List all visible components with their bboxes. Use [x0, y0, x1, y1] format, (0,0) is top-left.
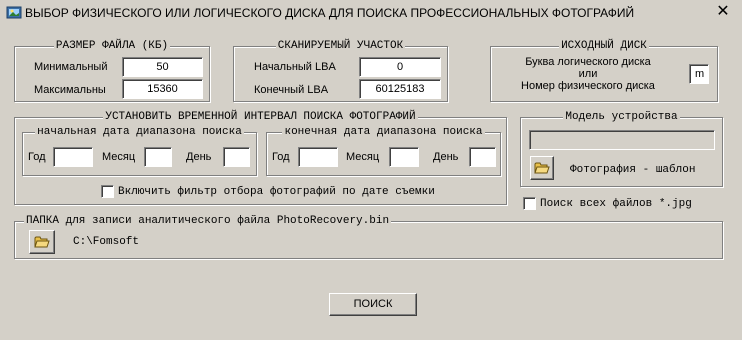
file-size-title: РАЗМЕР ФАЙЛА (КБ) [53, 40, 171, 52]
start-lba-field[interactable]: 0 [359, 57, 441, 77]
end-date-group: конечная дата диапазона поиска Год Месяц… [266, 126, 501, 176]
template-folder-button[interactable] [530, 156, 554, 180]
end-year-label: Год [272, 151, 290, 163]
source-disk-line-3: Номер физического диска [521, 80, 655, 92]
output-folder-button[interactable] [29, 230, 55, 254]
start-day-field[interactable] [223, 147, 250, 167]
output-folder-path: C:\Fomsoft [73, 236, 140, 248]
source-disk-group: ИСХОДНЫЙ ДИСК Буква логического диска ил… [490, 40, 718, 102]
end-month-label: Месяц [346, 151, 380, 163]
source-disk-title: ИСХОДНЫЙ ДИСК [559, 40, 649, 52]
device-model-group: Модель устройства Фотография - шаблон [520, 111, 723, 187]
window-title: ВЫБОР ФИЗИЧЕСКОГО ИЛИ ЛОГИЧЕСКОГО ДИСКА … [25, 6, 635, 20]
source-disk-line-1: Буква логического диска [525, 56, 651, 68]
end-day-field[interactable] [469, 147, 496, 167]
end-day-label: День [433, 151, 459, 163]
start-year-field[interactable] [53, 147, 93, 167]
close-button[interactable]: ✕ [704, 0, 742, 26]
source-disk-line-2: или [578, 68, 598, 80]
all-jpg-checkbox[interactable] [523, 197, 536, 210]
date-filter-label: Включить фильтр отбора фотографий по дат… [118, 186, 435, 198]
start-year-label: Год [28, 151, 46, 163]
date-interval-title: УСТАНОВИТЬ ВРЕМЕННОЙ ИНТЕРВАЛ ПОИСКА ФОТ… [103, 111, 418, 123]
title-bar: ВЫБОР ФИЗИЧЕСКОГО ИЛИ ЛОГИЧЕСКОГО ДИСКА … [0, 0, 742, 26]
source-disk-caption: Буква логического диска или Номер физиче… [504, 56, 672, 92]
device-model-title: Модель устройства [563, 111, 680, 123]
open-folder-icon [534, 160, 550, 176]
start-month-field[interactable] [144, 147, 172, 167]
all-jpg-label: Поиск всех файлов *.jpg [540, 198, 692, 210]
end-month-field[interactable] [389, 147, 419, 167]
max-size-field[interactable]: 15360 [122, 79, 203, 99]
date-interval-group: УСТАНОВИТЬ ВРЕМЕННОЙ ИНТЕРВАЛ ПОИСКА ФОТ… [14, 111, 507, 205]
max-size-label: Максимальны [34, 84, 106, 96]
scan-area-group: СКАНИРУЕМЫЙ УЧАСТОК Начальный LBA 0 Коне… [233, 40, 448, 102]
end-year-field[interactable] [298, 147, 338, 167]
open-folder-icon [34, 234, 50, 250]
close-icon: ✕ [716, 3, 730, 20]
file-size-group: РАЗМЕР ФАЙЛА (КБ) Минимальный 50 Максима… [14, 40, 210, 102]
start-lba-label: Начальный LBA [254, 61, 336, 73]
min-size-field[interactable]: 50 [122, 57, 203, 77]
end-lba-field[interactable]: 60125183 [359, 79, 441, 99]
disk-letter-field[interactable]: m [689, 64, 709, 84]
scan-area-title: СКАНИРУЕМЫЙ УЧАСТОК [275, 40, 406, 52]
output-folder-title: ПАПКА для записи аналитического файла Ph… [24, 214, 392, 228]
start-date-title: начальная дата диапазона поиска [35, 126, 244, 138]
date-filter-checkbox[interactable] [101, 185, 114, 198]
start-month-label: Месяц [102, 151, 136, 163]
start-date-group: начальная дата диапазона поиска Год Меся… [22, 126, 257, 176]
output-folder-group: ПАПКА для записи аналитического файла Ph… [14, 214, 723, 259]
search-button[interactable]: ПОИСК [329, 293, 417, 316]
min-size-label: Минимальный [34, 61, 108, 73]
start-day-label: День [186, 151, 212, 163]
end-date-title: конечная дата диапазона поиска [282, 126, 485, 138]
template-label: Фотография - шаблон [570, 164, 696, 176]
end-lba-label: Конечный LBA [254, 84, 329, 96]
photo-app-icon [6, 4, 22, 20]
search-button-label: ПОИСК [353, 298, 393, 310]
device-model-field[interactable] [529, 130, 715, 150]
